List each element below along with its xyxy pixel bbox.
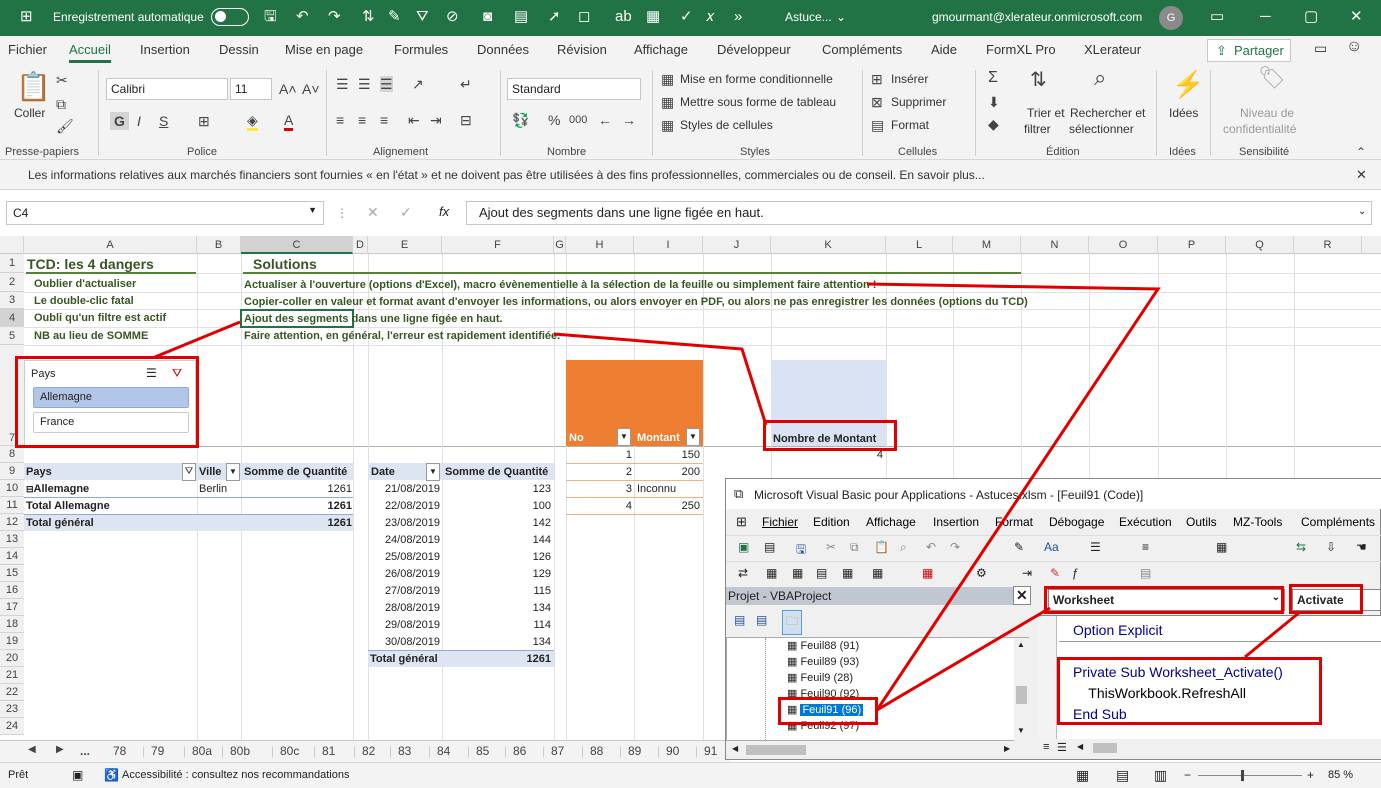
- annotation-arrows: [154, 282, 1301, 712]
